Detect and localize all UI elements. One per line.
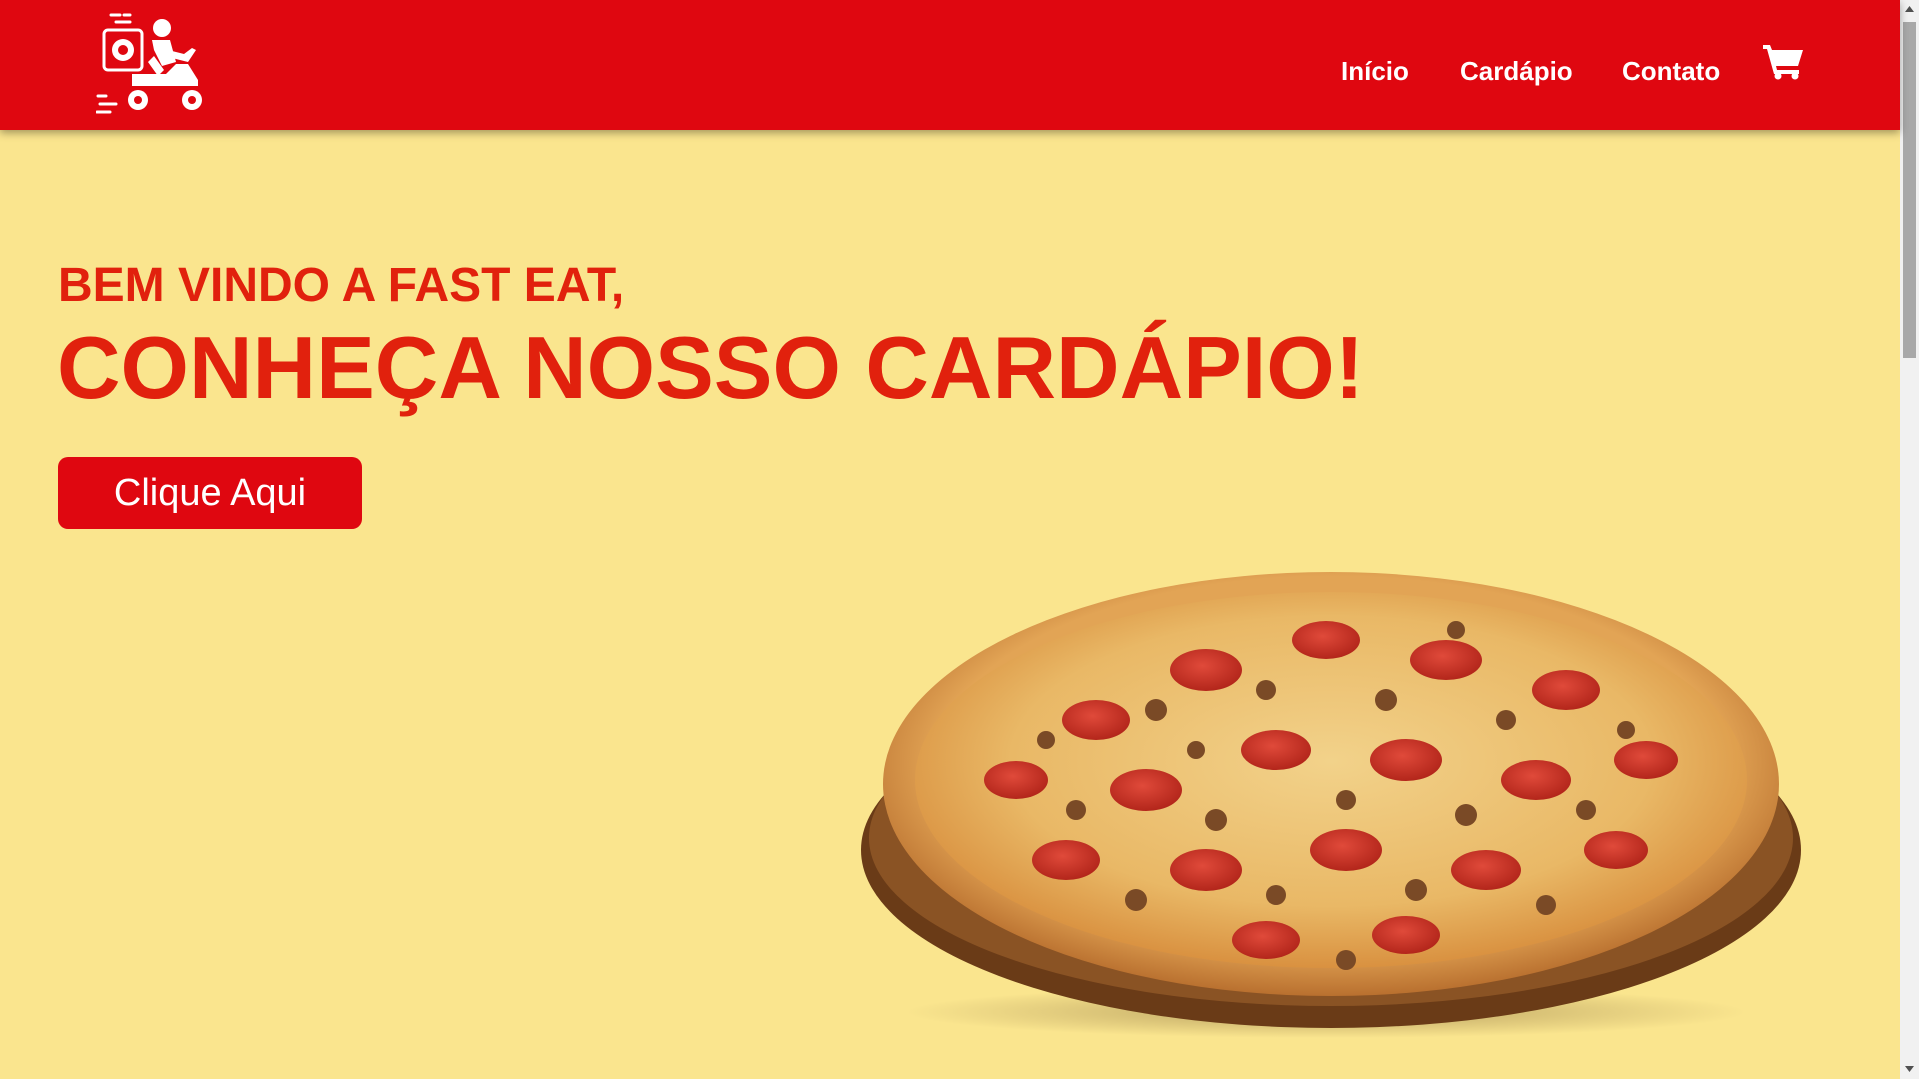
vertical-scrollbar[interactable]: [1900, 0, 1919, 1079]
scrollbar-thumb[interactable]: [1903, 22, 1916, 358]
nav-link-inicio[interactable]: Início: [1341, 56, 1409, 87]
pizza-image: [861, 572, 1801, 1038]
scroll-up-arrow-icon[interactable]: [1904, 4, 1915, 14]
nav-link-contato[interactable]: Contato: [1622, 56, 1720, 87]
top-navbar: Início Cardápio Contato: [0, 0, 1900, 130]
nav-link-cardapio[interactable]: Cardápio: [1460, 56, 1573, 87]
shopping-cart-icon[interactable]: [1762, 42, 1804, 80]
cta-button[interactable]: Clique Aqui: [58, 457, 362, 529]
hero-subtitle: BEM VINDO A FAST EAT,: [58, 259, 625, 312]
hero-title: CONHEÇA NOSSO CARDÁPIO!: [57, 318, 1365, 417]
delivery-scooter-icon[interactable]: [96, 12, 206, 116]
scroll-down-arrow-icon[interactable]: [1904, 1064, 1915, 1074]
